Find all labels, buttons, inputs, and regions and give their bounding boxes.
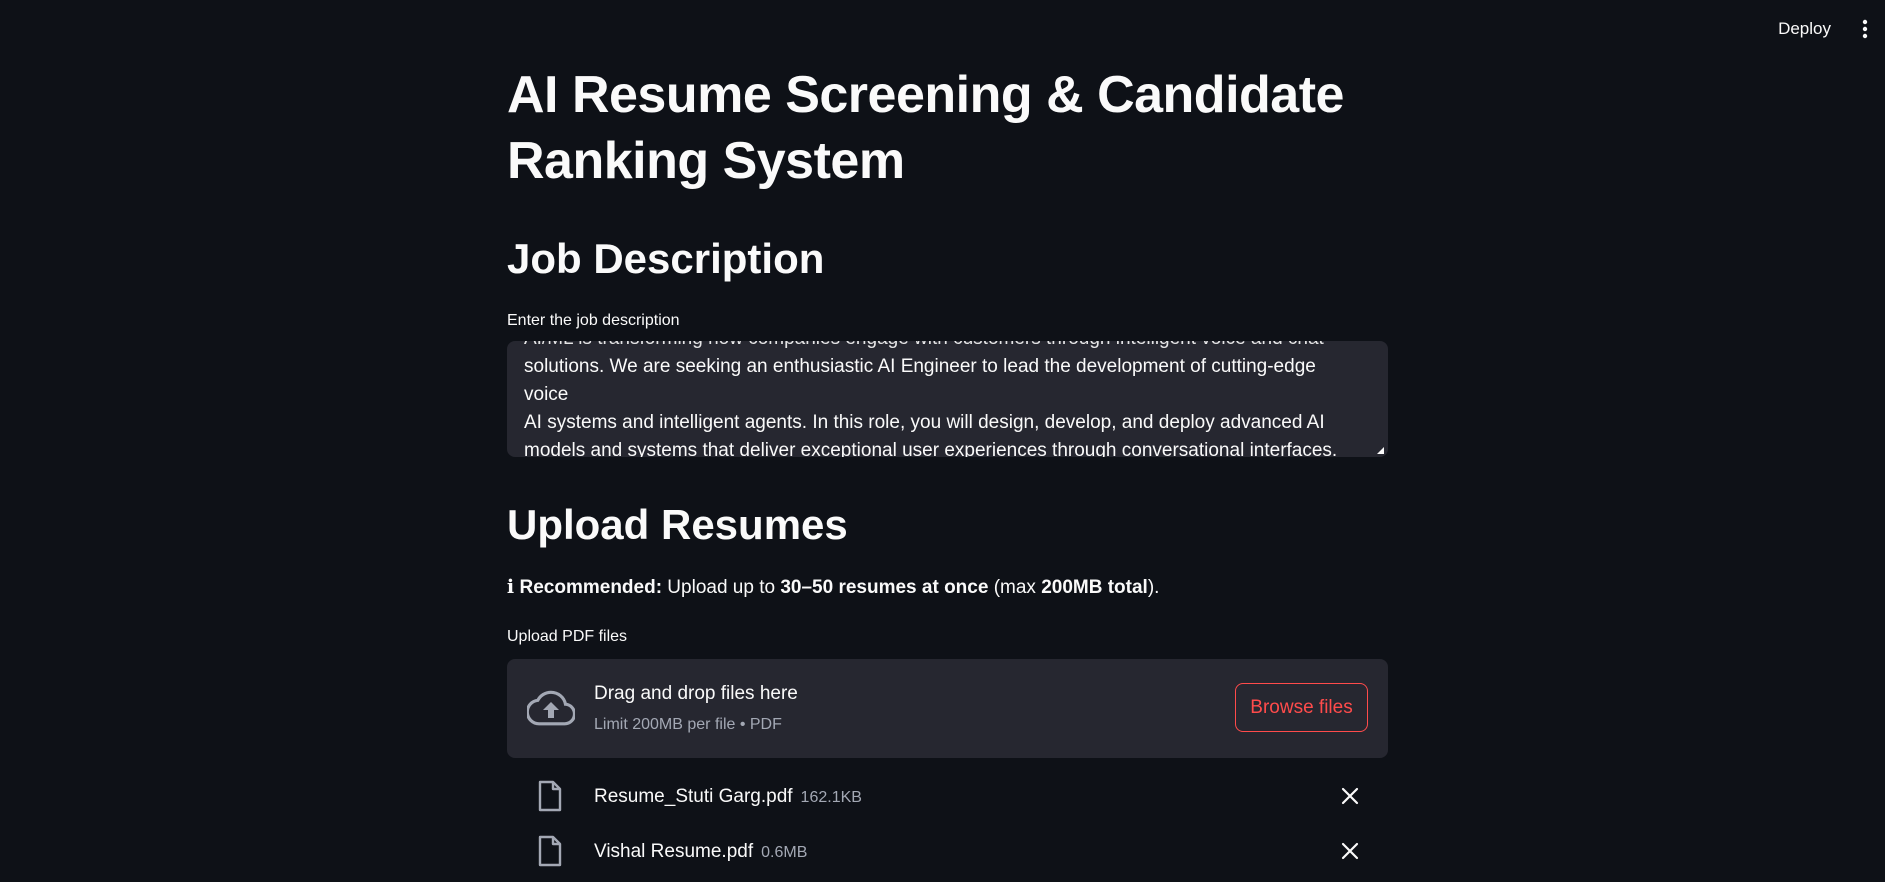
file-name-text: Resume_Stuti Garg.pdf <box>594 786 793 807</box>
upload-pdf-label: Upload PDF files <box>507 628 628 645</box>
uploaded-file-row: Vishal Resume.pdf 0.6MB <box>507 831 1388 873</box>
resize-grip-icon[interactable] <box>1377 447 1384 454</box>
info-text-2: (max <box>988 577 1042 598</box>
close-icon[interactable] <box>1340 841 1360 861</box>
job-description-label: Enter the job description <box>507 312 680 329</box>
cloud-upload-icon <box>527 690 575 726</box>
upload-resumes-heading: Upload Resumes <box>507 501 848 548</box>
main-content: AI Resume Screening & Candidate Ranking … <box>507 0 1388 867</box>
file-icon <box>538 835 562 867</box>
dropzone-title: Drag and drop files here <box>594 683 798 704</box>
info-text-3: ). <box>1147 577 1160 598</box>
uploaded-file-row: Resume_Stuti Garg.pdf 162.1KB <box>507 776 1388 818</box>
info-text-1: Upload up to <box>662 577 781 598</box>
file-icon <box>538 780 562 812</box>
more-vertical-icon[interactable] <box>1855 15 1875 43</box>
job-description-line-1: solutions. We are seeking an enthusiasti… <box>524 356 1322 405</box>
app-toolbar: Deploy <box>1768 0 1885 58</box>
close-icon[interactable] <box>1340 786 1360 806</box>
page-title: AI Resume Screening & Candidate Ranking … <box>507 66 1344 190</box>
job-description-heading: Job Description <box>507 235 825 282</box>
job-description-line-3: models and systems that deliver exceptio… <box>524 440 1338 457</box>
uploaded-file-name: Resume_Stuti Garg.pdf 162.1KB <box>594 786 862 808</box>
job-description-text: AI/ML is transforming how companies enga… <box>524 341 1358 457</box>
job-description-textarea[interactable]: AI/ML is transforming how companies enga… <box>507 341 1388 457</box>
file-size: 162.1KB <box>800 789 862 806</box>
deploy-button[interactable]: Deploy <box>1768 13 1841 45</box>
file-dropzone[interactable]: Drag and drop files here Limit 200MB per… <box>507 659 1388 758</box>
info-icon: ℹ <box>507 577 515 598</box>
info-bold-total: 200MB total <box>1041 577 1148 598</box>
job-description-line-2: AI systems and intelligent agents. In th… <box>524 412 1325 433</box>
info-bold-count: 30–50 resumes at once <box>780 577 989 598</box>
dropzone-subtitle: Limit 200MB per file • PDF <box>594 716 782 733</box>
browse-files-button[interactable]: Browse files <box>1235 683 1368 732</box>
info-bold-recommended: Recommended: <box>519 577 663 598</box>
uploaded-file-name: Vishal Resume.pdf 0.6MB <box>594 841 807 863</box>
upload-recommendation: ℹ Recommended: Upload up to 30–50 resume… <box>507 576 1159 600</box>
file-size: 0.6MB <box>761 844 808 861</box>
file-name-text: Vishal Resume.pdf <box>594 841 754 862</box>
